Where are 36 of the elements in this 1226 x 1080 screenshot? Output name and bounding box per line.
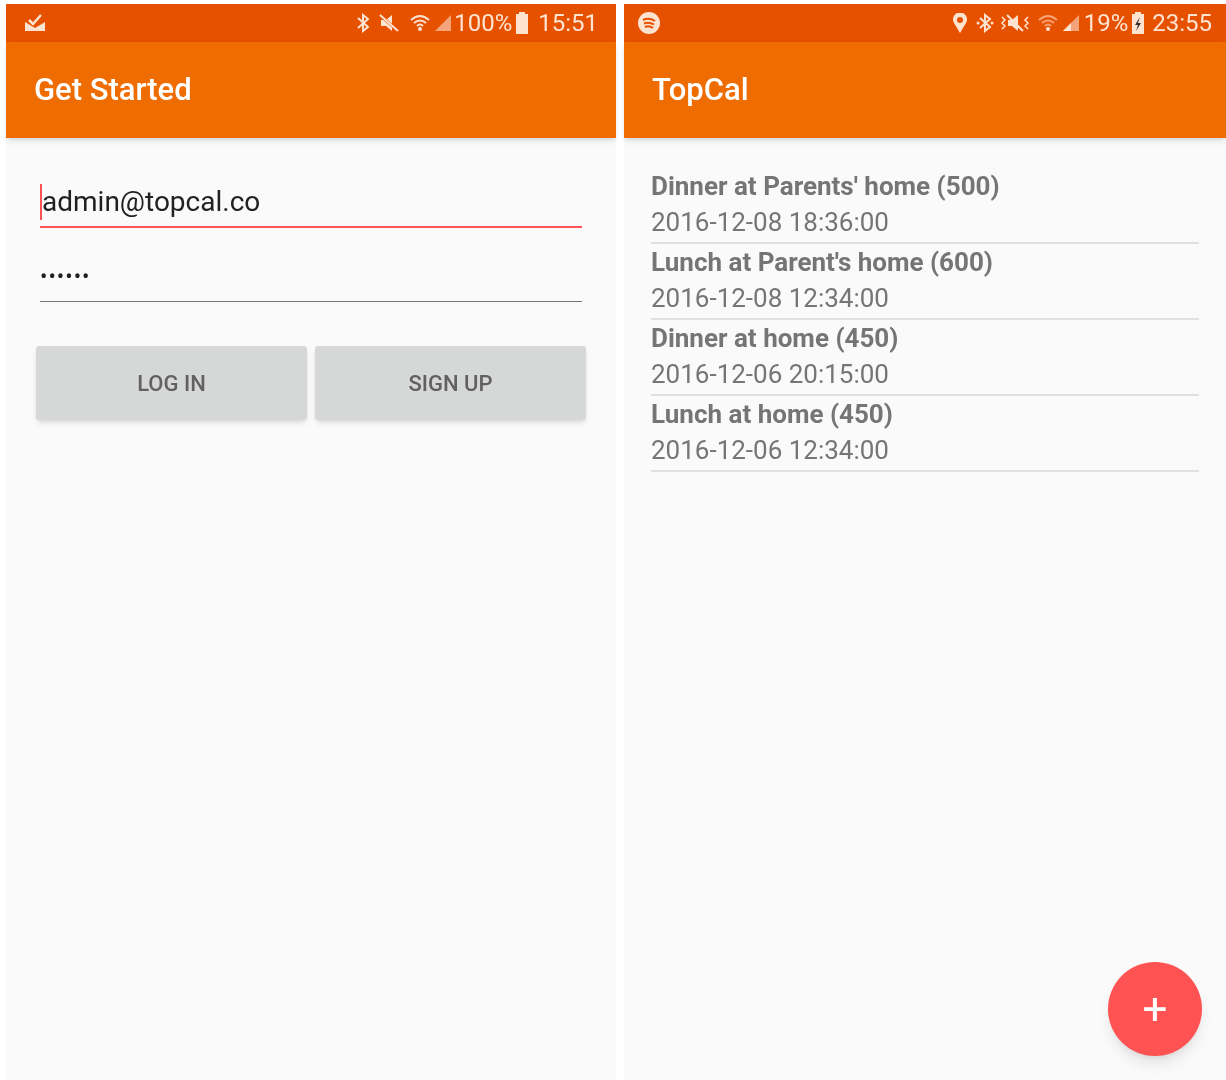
wifi-icon xyxy=(1037,13,1058,33)
entry-time: 2016-12-08 12:34:00 xyxy=(651,282,890,315)
sign-up-button[interactable]: SIGN UP xyxy=(315,346,586,420)
log-in-button[interactable]: LOG IN xyxy=(36,346,307,420)
mail-icon xyxy=(24,14,46,32)
battery-percentage: 19% xyxy=(1083,8,1129,39)
mute-icon xyxy=(378,13,401,33)
entry-row[interactable]: Lunch at home (450) 2016-12-06 12:34:00 xyxy=(651,396,1199,472)
add-button[interactable]: + xyxy=(1108,962,1202,1056)
entry-row[interactable]: Dinner at Parents' home (500) 2016-12-08 18:36:00 xyxy=(651,168,1199,244)
bluetooth-icon xyxy=(975,13,994,33)
vibrate-mute-icon xyxy=(999,13,1030,33)
battery-icon xyxy=(516,12,529,34)
battery-charging-icon xyxy=(1132,12,1145,34)
signal-icon xyxy=(1061,14,1080,32)
clock: 15:51 xyxy=(538,8,598,39)
clock: 23:55 xyxy=(1152,8,1212,39)
entry-row[interactable]: Dinner at home (450) 2016-12-06 20:15:00 xyxy=(651,320,1199,396)
bluetooth-icon xyxy=(356,13,371,33)
entry-row[interactable]: Lunch at Parent's home (600) 2016-12-08 12:34:00 xyxy=(651,244,1199,320)
password-field[interactable]: •••••• xyxy=(40,252,582,302)
entry-title: Dinner at Parents' home (500) xyxy=(651,170,1001,203)
app-bar-title: Get Started xyxy=(34,69,192,110)
entry-time: 2016-12-08 18:36:00 xyxy=(651,206,890,239)
app-icon xyxy=(638,12,660,34)
location-icon xyxy=(951,13,968,33)
app-bar-title: TopCal xyxy=(652,69,749,110)
email-field[interactable]: admin@topcal.co xyxy=(40,178,582,228)
entry-title: Lunch at home (450) xyxy=(651,398,894,431)
entry-time: 2016-12-06 12:34:00 xyxy=(651,434,890,467)
battery-percentage: 100% xyxy=(454,8,513,39)
entry-time: 2016-12-06 20:15:00 xyxy=(651,358,890,391)
signal-icon xyxy=(434,14,453,32)
entry-title: Dinner at home (450) xyxy=(651,322,900,355)
entry-title: Lunch at Parent's home (600) xyxy=(651,246,994,279)
wifi-icon xyxy=(410,13,431,33)
